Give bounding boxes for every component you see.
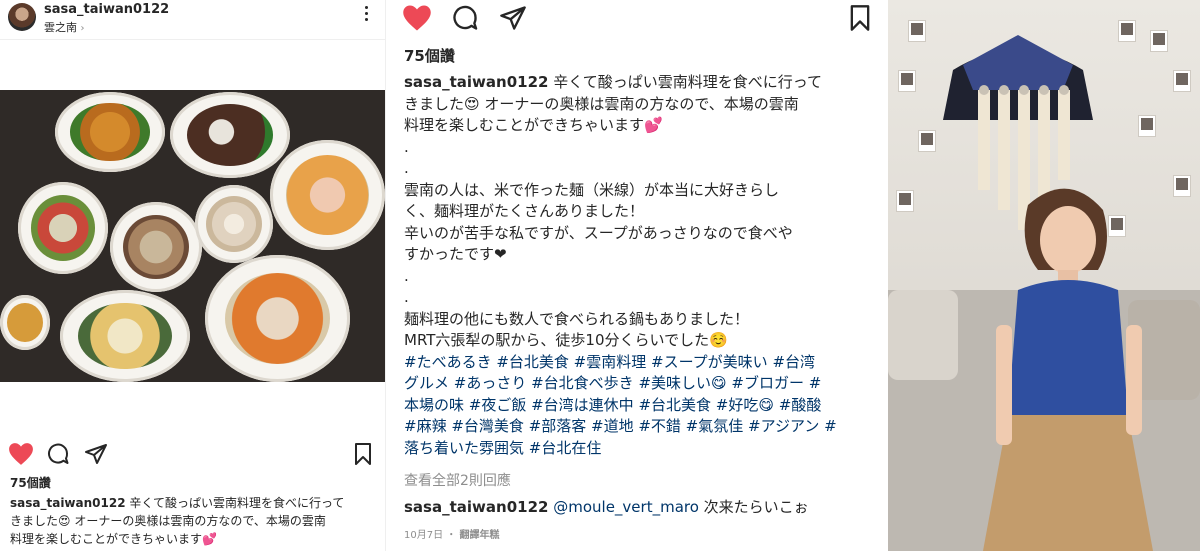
separator: ・ bbox=[446, 530, 457, 541]
food-bowl bbox=[60, 290, 190, 382]
caption-username[interactable]: sasa_taiwan0122 bbox=[10, 496, 126, 510]
wall-photo bbox=[898, 70, 916, 92]
caption-line: きました😍 オーナーの奥様は雲南の方なので、本場の雲南 bbox=[10, 514, 326, 528]
wall-photo bbox=[896, 190, 914, 212]
caption-line: 辛くて酸っぱい雲南料理を食べに行って bbox=[548, 73, 823, 91]
hashtag-line[interactable]: 落ち着いた雰囲気 #台北在住 bbox=[404, 438, 874, 460]
caption-line: . bbox=[404, 137, 409, 156]
caption-username[interactable]: sasa_taiwan0122 bbox=[404, 73, 548, 91]
hashtag-line[interactable]: #たべあるき #台北美食 #雲南料理 #スープが美味い #台湾 bbox=[404, 352, 874, 374]
food-bowl bbox=[55, 92, 165, 172]
more-options-icon[interactable] bbox=[365, 6, 369, 24]
caption-line: . bbox=[404, 159, 409, 177]
post-caption: sasa_taiwan0122 辛くて酸っぱい雲南料理を食べに行って きました😍… bbox=[10, 494, 380, 548]
post-meta: 10月7日 ・ 翻譯年糕 bbox=[404, 526, 499, 541]
comment-username[interactable]: sasa_taiwan0122 bbox=[404, 498, 548, 516]
food-bowl bbox=[270, 140, 385, 250]
comment-icon[interactable] bbox=[46, 442, 70, 466]
share-icon[interactable] bbox=[84, 442, 108, 466]
caption-line: MRT六張犁の駅から、徒歩10分くらいでした☺️ bbox=[404, 331, 728, 349]
hashtag-line[interactable]: グルメ #あっさり #台北食べ歩き #美味しい😋 #ブロガー # bbox=[404, 373, 874, 395]
caption-line: すかったです❤ bbox=[404, 245, 507, 263]
food-bowl bbox=[110, 202, 202, 292]
post-photo[interactable] bbox=[0, 90, 385, 382]
food-bowl bbox=[18, 182, 108, 274]
post-caption: sasa_taiwan0122 辛くて酸っぱい雲南料理を食べに行って きました😍… bbox=[404, 72, 874, 459]
bookmark-icon[interactable] bbox=[848, 4, 872, 32]
comment-icon[interactable] bbox=[451, 4, 479, 32]
caption-line: 料理を楽しむことができちゃいます💕 bbox=[404, 116, 663, 134]
heart-icon[interactable] bbox=[8, 442, 34, 466]
action-bar bbox=[0, 440, 385, 470]
caption-line: 料理を楽しむことができちゃいます💕 bbox=[10, 532, 217, 546]
post-header: sasa_taiwan0122 雲之南 › bbox=[0, 0, 385, 40]
wall-photo bbox=[918, 130, 936, 152]
bookmark-icon[interactable] bbox=[352, 442, 374, 466]
wall-photo bbox=[1173, 175, 1191, 197]
caption-line: . bbox=[404, 266, 409, 285]
wall-photo bbox=[1138, 115, 1156, 137]
caption-line: きました😍 オーナーの奥様は雲南の方なので、本場の雲南 bbox=[404, 94, 799, 113]
caption-line: 麺料理の他にも数人で食べられる鍋もありました！ bbox=[404, 309, 750, 328]
food-bowl bbox=[205, 255, 350, 382]
timestamp: 10月7日 bbox=[404, 530, 444, 541]
location-label: 雲之南 bbox=[44, 21, 77, 34]
wall-photo bbox=[1118, 20, 1136, 42]
restaurant-photo bbox=[888, 0, 1200, 551]
view-all-comments-link[interactable]: 查看全部2則回應 bbox=[404, 470, 511, 490]
avatar[interactable] bbox=[8, 3, 36, 31]
caption-line: 雲南の人は、米で作った麺（米線）が本当に大好きらし bbox=[404, 180, 780, 199]
comment-mention[interactable]: @moule_vert_maro bbox=[553, 498, 699, 516]
caption-line: 辛いのが苦手な私ですが、スープがあっさりなので食べや bbox=[404, 223, 793, 242]
caption-line: 辛くて酸っぱい雲南料理を食べに行って bbox=[125, 496, 345, 510]
translate-link[interactable]: 翻譯年糕 bbox=[459, 530, 499, 541]
food-bowl bbox=[0, 295, 50, 350]
wall-photo bbox=[1150, 30, 1168, 52]
comment: sasa_taiwan0122 @moule_vert_maro 次来たらいこぉ bbox=[404, 496, 809, 517]
username[interactable]: sasa_taiwan0122 bbox=[44, 2, 169, 17]
wall-photo bbox=[908, 20, 926, 42]
heart-icon[interactable] bbox=[402, 4, 432, 32]
food-bowl bbox=[170, 92, 290, 178]
location-link[interactable]: 雲之南 › bbox=[44, 19, 85, 35]
cushion bbox=[888, 290, 958, 380]
comment-text: 次来たらいこぉ bbox=[698, 498, 809, 516]
hashtag-line[interactable]: 本場の味 #夜ご飯 #台湾は連休中 #台北美食 #好吃😋 #酸酸 bbox=[404, 395, 874, 417]
left-post-panel: sasa_taiwan0122 雲之南 › 75個讚 sasa_taiwan01… bbox=[0, 0, 385, 551]
hashtag-line[interactable]: #麻辣 #台灣美食 #部落客 #道地 #不錯 #氣氛佳 #アジアン # bbox=[404, 416, 874, 438]
middle-post-panel: 75個讚 sasa_taiwan0122 辛くて酸っぱい雲南料理を食べに行って … bbox=[385, 0, 888, 551]
food-bowl bbox=[195, 185, 273, 263]
caption-line: . bbox=[404, 288, 409, 306]
chevron-right-icon: › bbox=[80, 23, 85, 34]
seated-woman bbox=[983, 188, 1153, 551]
share-icon[interactable] bbox=[499, 4, 527, 32]
likes-count[interactable]: 75個讚 bbox=[10, 474, 51, 491]
wall-photo bbox=[1173, 70, 1191, 92]
likes-count[interactable]: 75個讚 bbox=[404, 45, 455, 66]
caption-line: く、麺料理がたくさんありました！ bbox=[404, 202, 645, 220]
